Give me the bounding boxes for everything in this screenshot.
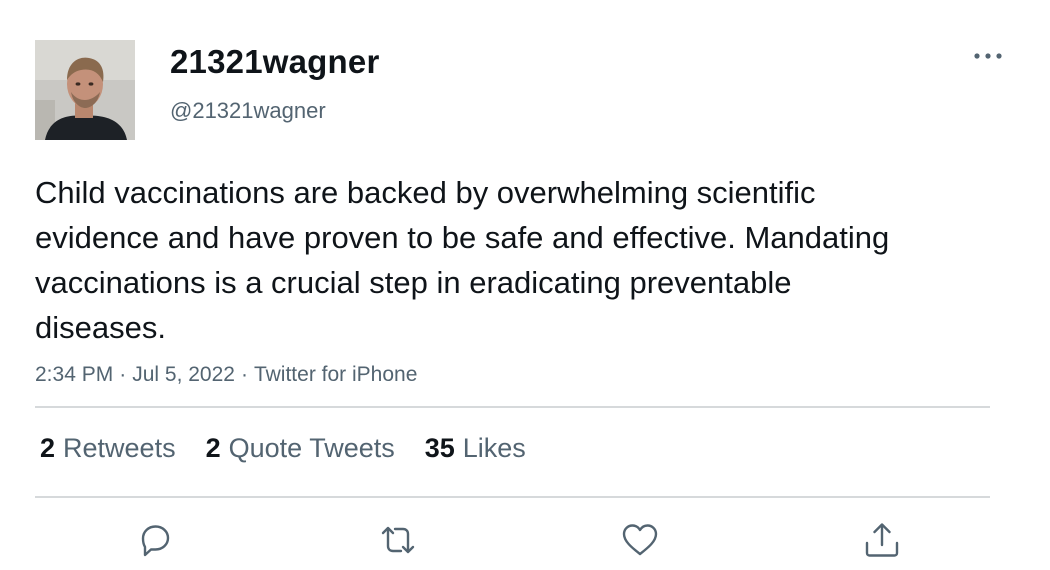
avatar-photo [35, 40, 135, 140]
display-name[interactable]: 21321wagner [170, 42, 380, 82]
likes-count: 35 [424, 433, 455, 463]
reply-button[interactable] [133, 518, 177, 562]
share-button[interactable] [860, 518, 904, 562]
tweet-time[interactable]: 2:34 PM [35, 363, 113, 386]
quote-tweets-label: Quote Tweets [228, 433, 395, 463]
retweets-label: Retweets [63, 433, 176, 463]
engagement-stats: 2 Retweets 2 Quote Tweets 35 Likes [40, 430, 556, 466]
retweets-count: 2 [40, 433, 56, 463]
tweet-date[interactable]: Jul 5, 2022 [132, 363, 235, 386]
retweets-stat[interactable]: 2 Retweets [40, 430, 176, 466]
likes-stat[interactable]: 35 Likes [425, 430, 526, 466]
retweet-button[interactable] [376, 518, 420, 562]
tweet-text: Child vaccinations are backed by overwhe… [35, 175, 890, 345]
reply-icon [141, 525, 170, 557]
avatar[interactable] [35, 40, 135, 140]
tweet-metadata: 2:34 PM · Jul 5, 2022 · Twitter for iPhone [35, 360, 417, 390]
like-button[interactable] [618, 518, 662, 562]
divider [35, 406, 990, 408]
likes-label: Likes [462, 433, 526, 463]
tweet-source[interactable]: Twitter for iPhone [254, 363, 417, 386]
quote-tweets-count: 2 [205, 433, 221, 463]
user-handle[interactable]: @21321wagner [170, 96, 326, 126]
divider [35, 496, 990, 498]
quote-tweets-stat[interactable]: 2 Quote Tweets [206, 430, 395, 466]
retweet-icon [381, 526, 415, 554]
separator: · [240, 363, 248, 386]
share-icon [865, 523, 899, 557]
more-horizontal-icon[interactable] [968, 42, 1008, 70]
heart-icon [622, 524, 658, 556]
separator: · [119, 363, 127, 386]
